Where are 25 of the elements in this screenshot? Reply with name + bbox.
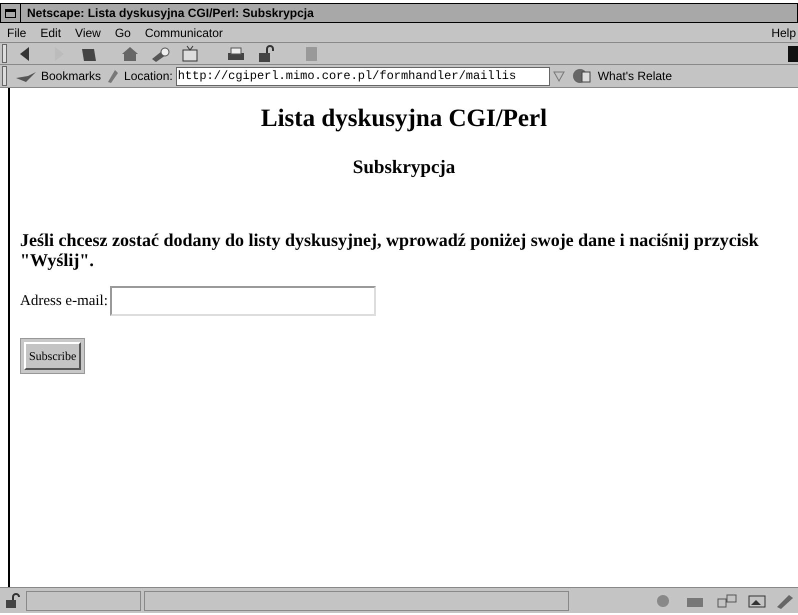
- image-icon[interactable]: [747, 592, 767, 608]
- pen-icon[interactable]: [775, 592, 795, 608]
- bookmarks-button[interactable]: Bookmarks: [41, 67, 102, 85]
- window-menu-icon[interactable]: [5, 8, 16, 18]
- intro-paragraph: Jeśli chcesz zostać dodany do listy dyskusyjnej, wprowadź poniżej swoje dane i naciśnij przycisk "Wyślij".: [20, 230, 760, 270]
- menu-item[interactable]: File: [7, 24, 26, 42]
- chat-icon[interactable]: [715, 592, 739, 608]
- page-subheading: Subskrypcja: [352, 156, 456, 180]
- toolbar-grip[interactable]: [2, 66, 7, 86]
- menu-item[interactable]: View: [75, 24, 101, 42]
- menu-item[interactable]: Edit: [40, 24, 62, 42]
- subscribe-button[interactable]: Subscribe: [24, 342, 82, 370]
- menu-item[interactable]: Communicator: [144, 24, 223, 42]
- email-field[interactable]: [110, 286, 376, 316]
- page-heading: Lista dyskusyjna CGI/Perl: [260, 104, 548, 134]
- toolbar-grip[interactable]: [2, 44, 7, 63]
- window-title: Netscape: Lista dyskusyjna CGI/Perl: Subskrypcja: [27, 5, 314, 22]
- email-label: Adress e-mail:: [20, 292, 108, 311]
- menu-item[interactable]: Help: [771, 24, 796, 42]
- menu-item[interactable]: Go: [114, 24, 131, 42]
- whats-related-button[interactable]: What's Relate: [598, 67, 672, 85]
- location-label: Location:: [124, 68, 173, 85]
- location-field[interactable]: http://cgiperl.mimo.core.pl/formhandler/maillis: [176, 66, 550, 86]
- globe-icon[interactable]: [570, 67, 593, 85]
- padlock-icon[interactable]: [3, 592, 23, 610]
